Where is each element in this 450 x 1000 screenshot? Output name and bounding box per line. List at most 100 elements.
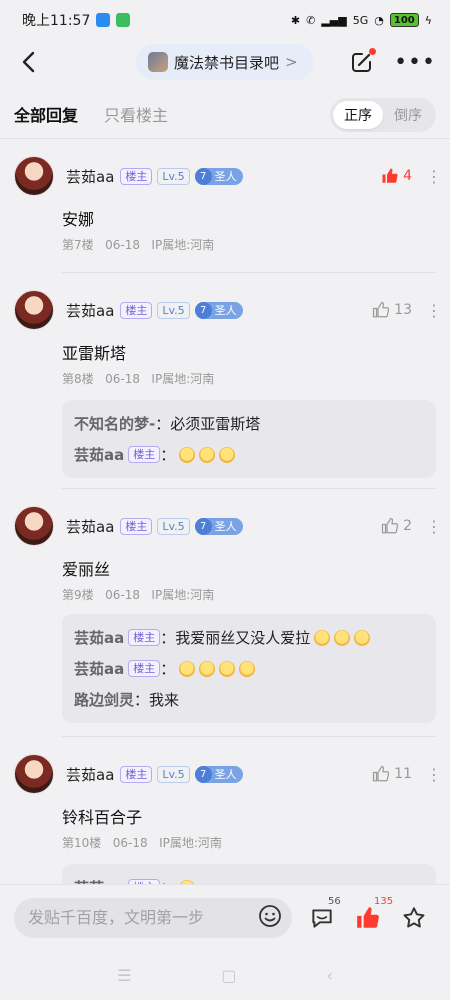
forum-chip[interactable]: 魔法禁书目录吧 > [136,44,314,80]
owner-badge: 楼主 [128,660,161,677]
post-more-icon[interactable]: ⋮ [426,301,442,320]
avatar[interactable] [14,290,54,330]
edit-button[interactable] [350,48,377,74]
owner-badge: 楼主 [128,629,161,646]
filter-row: 全部回复 只看楼主 正序 倒序 [0,92,450,136]
app-notification-icon [96,13,111,27]
angel-emoji-icon [219,660,236,677]
post-header: 芸茹aa 楼主 Lv.5 7 圣人 11 ⋮ [14,754,442,794]
chevron-right-icon: > [285,53,298,71]
home-icon[interactable]: ▢ [221,966,236,985]
thumbs-up-filled-icon [357,906,379,928]
post-content: 安娜 [62,210,95,229]
reply-line: 路边剑灵：我来 [74,689,180,710]
reply-username[interactable]: 芸茹aa [74,658,124,679]
post-more-icon[interactable]: ⋮ [426,765,442,784]
title-badge: 7 圣人 [194,517,243,535]
owner-badge: 楼主 [128,446,161,463]
like-post-button[interactable]: 135 [354,896,393,932]
username[interactable]: 芸茹aa [66,166,114,187]
post-meta: 第8楼 06-18 IP属地:河南 [62,372,215,386]
title-badge: 7 圣人 [194,301,243,319]
angel-emoji-icon [334,629,351,646]
system-nav: ☰ ▢ ‹ [0,950,450,1000]
emoji-button[interactable] [258,904,282,932]
like-count: 13 [394,302,412,318]
owner-badge: 楼主 [120,301,153,319]
like-button[interactable]: 2 [381,517,412,535]
wifi-icon: ◔ [374,13,384,27]
post-content: 亚雷斯塔 [62,344,127,363]
smile-emoji-icon [179,446,196,463]
reply-username[interactable]: 不知名的梦- [74,413,155,434]
reply-username[interactable]: 芸茹aa [74,627,124,648]
app-notification-icon [116,13,131,27]
post-meta: 第9楼 06-18 IP属地:河南 [62,588,215,602]
tab-owner-only[interactable]: 只看楼主 [104,102,168,126]
post-separator [62,272,436,273]
status-time: 晚上11:57 [22,13,91,29]
smile-emoji-icon [199,446,216,463]
reply-line: 不知名的梦-：必须亚雷斯塔 [74,413,261,434]
like-button[interactable]: 4 [381,167,412,185]
angel-emoji-icon [179,660,196,677]
post-separator [62,736,436,737]
reply-box[interactable]: 不知名的梦-：必须亚雷斯塔 芸茹aa 楼主： [62,400,436,478]
like-button[interactable]: 11 [372,765,412,783]
sort-asc-button[interactable]: 正序 [333,101,383,129]
menu-icon[interactable]: ☰ [117,966,131,985]
favorite-button[interactable] [400,904,428,932]
owner-badge: 楼主 [120,765,153,783]
like-button[interactable]: 13 [372,301,412,319]
comment-count: 56 [328,895,341,907]
comment-icon [312,908,332,928]
thumbs-up-filled-icon [382,168,398,183]
bluetooth-icon: ✱ [290,13,301,27]
post-meta: 第10楼 06-18 IP属地:河南 [62,836,222,850]
forum-name: 魔法禁书目录吧 [174,53,280,72]
avatar[interactable] [14,156,54,196]
reply-text: 我来 [149,691,180,709]
divider [0,138,450,139]
reply-username[interactable]: 路边剑灵 [74,689,134,710]
signal-icon: ▂▄▆ [321,13,347,27]
tab-all-replies[interactable]: 全部回复 [14,102,78,126]
level-badge: Lv.5 [157,765,190,783]
bottom-bar: 56 135 [0,884,450,950]
like-count: 4 [403,168,412,184]
post-header: 芸茹aa 楼主 Lv.5 7 圣人 2 ⋮ [14,506,442,546]
avatar[interactable] [14,754,54,794]
charging-icon: ϟ [424,13,432,27]
battery-icon: 100 [389,13,419,27]
back-icon[interactable]: ‹ [327,966,333,985]
comment-button[interactable]: 56 [308,896,341,932]
network-label: 5G [352,13,369,27]
reply-line: 芸茹aa 楼主： [74,439,424,470]
sort-desc-button[interactable]: 倒序 [383,101,433,129]
avatar[interactable] [14,506,54,546]
post-more-icon[interactable]: ⋮ [426,167,442,186]
reply-box[interactable]: 芸茹aa 楼主：我爱丽丝又没人爱拉 芸茹aa 楼主： 路边剑灵：我来 [62,614,436,723]
post-header: 芸茹aa 楼主 Lv.5 7 圣人 4 ⋮ [14,156,442,196]
owner-badge: 楼主 [120,167,153,185]
more-button[interactable]: ••• [394,50,436,75]
smiley-icon [259,904,281,927]
post-content: 爱丽丝 [62,560,111,579]
call-icon: ✆ [306,13,316,27]
post-content: 铃科百合子 [62,808,143,827]
reply-input-container [14,897,292,938]
angel-emoji-icon [354,629,371,646]
title-badge: 7 圣人 [194,765,243,783]
reply-input[interactable] [28,908,258,927]
back-button[interactable] [14,48,42,76]
username[interactable]: 芸茹aa [66,300,114,321]
angel-emoji-icon [239,660,256,677]
post-more-icon[interactable]: ⋮ [426,517,442,536]
username[interactable]: 芸茹aa [66,764,114,785]
reply-line: 芸茹aa 楼主：我爱丽丝又没人爱拉 [74,622,424,653]
post-meta: 第7楼 06-18 IP属地:河南 [62,238,215,252]
username[interactable]: 芸茹aa [66,516,114,537]
thumbs-up-icon [373,765,390,782]
reply-username[interactable]: 芸茹aa [74,444,124,465]
more-icon: ••• [394,49,436,75]
